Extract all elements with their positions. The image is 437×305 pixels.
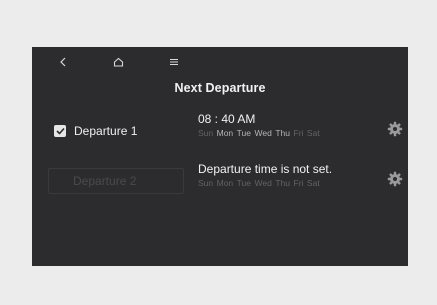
departure-1-toggle[interactable]: Departure 1 — [50, 118, 184, 144]
day-sat: Sat — [306, 128, 320, 138]
home-icon — [113, 57, 123, 67]
menu-button[interactable] — [165, 53, 183, 71]
departure-1-days: Sun Mon Tue Wed Thu Fri Sat — [198, 128, 320, 138]
departure-2-checkbox[interactable] — [53, 175, 65, 187]
menu-icon — [170, 59, 178, 65]
departure-1-time[interactable]: 08 : 40 AM — [198, 112, 255, 126]
top-bar — [32, 47, 408, 77]
departure-row-2: Departure 2 Departure time is not set. S… — [32, 159, 408, 209]
day-sun: Sun — [198, 128, 214, 138]
back-button[interactable] — [54, 53, 72, 71]
departure-2-days: Sun Mon Tue Wed Thu Fri Sat — [198, 178, 320, 188]
departure-1-label: Departure 1 — [74, 124, 138, 138]
departure-2-toggle[interactable]: Departure 2 — [48, 168, 184, 194]
day-thu: Thu — [275, 178, 290, 188]
day-thu: Thu — [275, 128, 290, 138]
day-tue: Tue — [236, 128, 252, 138]
day-wed: Wed — [254, 178, 272, 188]
day-sat: Sat — [306, 178, 320, 188]
day-sun: Sun — [198, 178, 214, 188]
departure-2-time[interactable]: Departure time is not set. — [198, 162, 332, 176]
departure-1-checkbox[interactable] — [54, 125, 66, 137]
back-arrow-icon — [60, 57, 66, 67]
day-mon: Mon — [216, 128, 234, 138]
day-tue: Tue — [236, 178, 252, 188]
day-fri: Fri — [293, 178, 304, 188]
home-button[interactable] — [109, 53, 127, 71]
departure-row-1: Departure 1 08 : 40 AM Sun Mon Tue Wed T… — [32, 109, 408, 159]
departure-2-settings-gear-icon[interactable] — [387, 171, 403, 187]
screen: Next Departure Departure 1 08 : 40 AM Su… — [32, 47, 408, 266]
day-fri: Fri — [293, 128, 304, 138]
day-wed: Wed — [254, 128, 272, 138]
departure-1-settings-gear-icon[interactable] — [387, 121, 403, 137]
departure-2-label: Departure 2 — [73, 174, 137, 188]
page-title: Next Departure — [174, 81, 266, 95]
checkmark-icon — [55, 127, 65, 135]
day-mon: Mon — [216, 178, 234, 188]
